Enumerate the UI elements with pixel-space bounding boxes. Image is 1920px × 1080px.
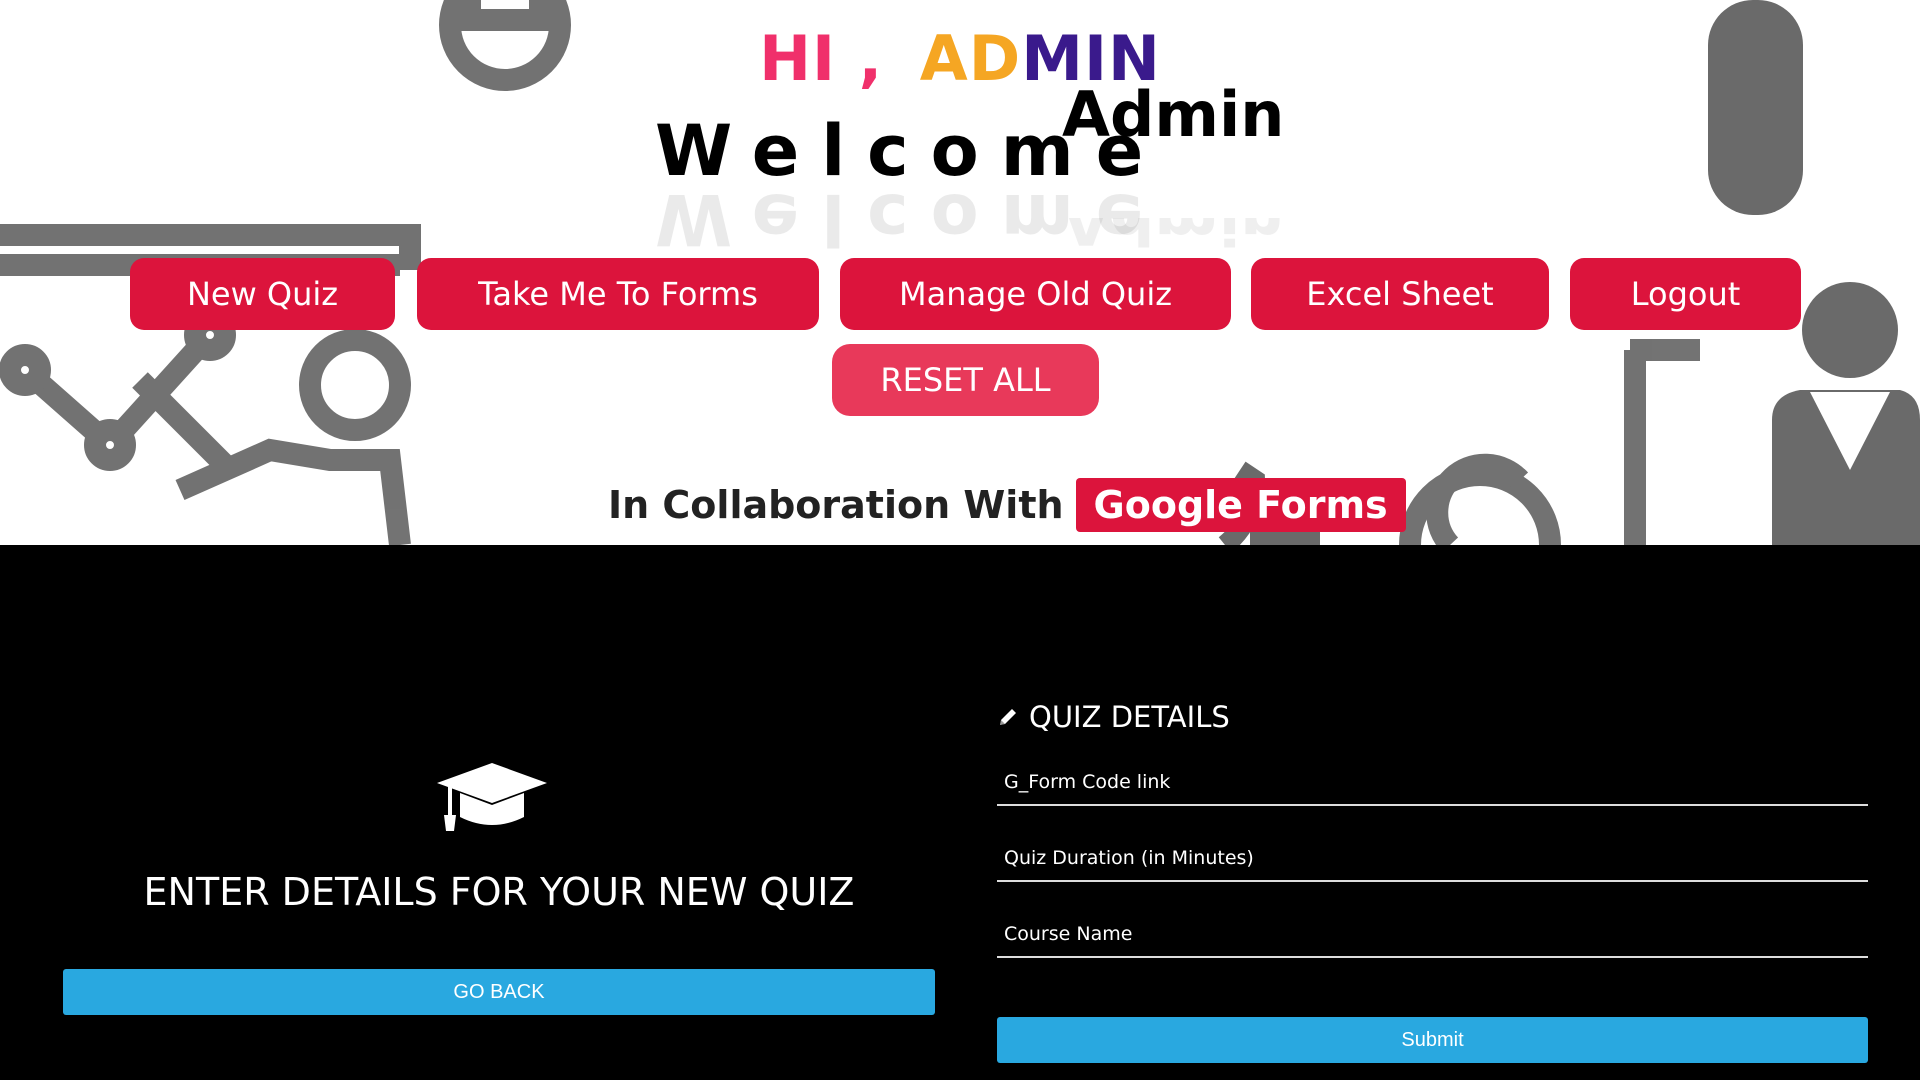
course-name-input[interactable] bbox=[997, 912, 1868, 956]
logout-button[interactable]: Logout bbox=[1570, 258, 1801, 330]
hero-banner: HI , ADMIN Welcome Welcome Admin Admin N… bbox=[0, 0, 1920, 545]
admin-name: Admin bbox=[1062, 78, 1285, 151]
take-me-to-forms-button[interactable]: Take Me To Forms bbox=[417, 258, 819, 330]
manage-old-quiz-button[interactable]: Manage Old Quiz bbox=[840, 258, 1231, 330]
google-forms-badge: Google Forms bbox=[1075, 478, 1406, 532]
pencil-icon bbox=[1000, 709, 1016, 725]
greeting-hi: HI , bbox=[759, 22, 884, 95]
gform-code-link-field[interactable] bbox=[997, 760, 1868, 806]
course-name-field[interactable] bbox=[997, 912, 1868, 958]
quiz-duration-field[interactable] bbox=[997, 836, 1868, 882]
quiz-details-title: QUIZ DETAILS bbox=[1029, 700, 1230, 734]
new-quiz-heading: ENTER DETAILS FOR YOUR NEW QUIZ bbox=[143, 870, 855, 914]
collaboration-text: In Collaboration With bbox=[608, 483, 1064, 527]
greeting-heading: HI , ADMIN bbox=[0, 22, 1920, 95]
go-back-button[interactable]: GO BACK bbox=[63, 969, 935, 1015]
new-quiz-button[interactable]: New Quiz bbox=[130, 258, 395, 330]
quiz-duration-input[interactable] bbox=[997, 836, 1868, 880]
greeting-ad: AD bbox=[919, 22, 1022, 95]
excel-sheet-button[interactable]: Excel Sheet bbox=[1251, 258, 1549, 330]
quiz-details-heading: QUIZ DETAILS bbox=[997, 700, 1230, 734]
graduation-cap-icon bbox=[437, 763, 547, 831]
admin-reflection: Admin bbox=[1062, 218, 1285, 258]
submit-button[interactable]: Submit bbox=[997, 1017, 1868, 1063]
reset-all-button[interactable]: RESET ALL bbox=[832, 344, 1099, 416]
collaboration-banner: In Collaboration With Google Forms bbox=[608, 478, 1406, 532]
gform-code-link-input[interactable] bbox=[997, 760, 1868, 804]
